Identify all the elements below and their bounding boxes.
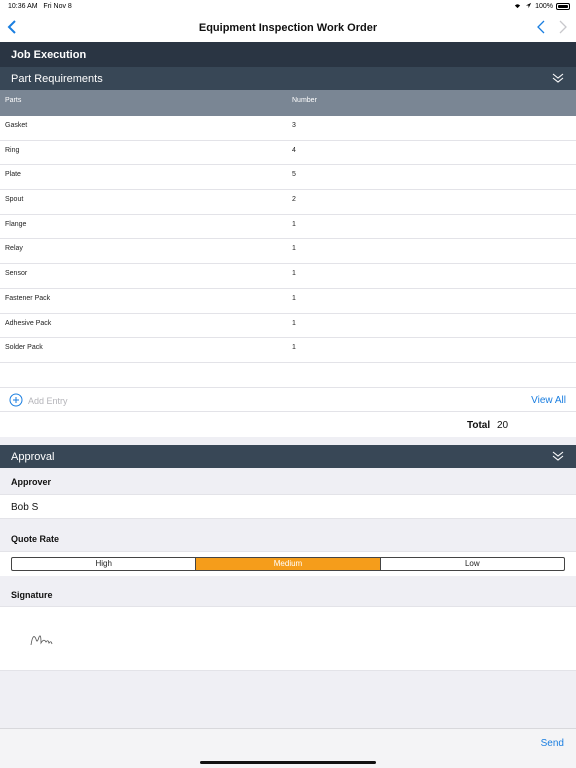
total-row: Total 20: [0, 412, 576, 437]
previous-button[interactable]: [536, 17, 546, 37]
add-circle-icon[interactable]: [9, 393, 23, 407]
total-value: 20: [497, 420, 509, 431]
add-entry-button[interactable]: Add Entry: [28, 396, 68, 406]
location-icon: [525, 2, 532, 11]
column-number: Number: [292, 97, 317, 104]
status-bar: 10:36 AM Fri Nov 8 100%: [0, 0, 576, 14]
chevron-right-icon: [559, 20, 567, 34]
part-name: Spout: [5, 196, 24, 204]
part-name: Plate: [5, 171, 21, 179]
table-row[interactable]: Gasket 3: [0, 116, 576, 141]
part-name: Fastener Pack: [5, 294, 51, 302]
signature-image: [30, 635, 53, 646]
quote-rate-high[interactable]: High: [12, 558, 195, 570]
wifi-icon: [513, 2, 522, 11]
home-indicator: [200, 761, 376, 764]
approver-label: Approver: [0, 469, 576, 494]
part-name: Solder Pack: [5, 344, 43, 352]
part-name: Sensor: [5, 270, 28, 278]
part-number: 1: [292, 294, 296, 302]
part-name: Ring: [5, 146, 20, 154]
part-name: Relay: [5, 245, 23, 253]
table-row[interactable]: Fastener Pack 1: [0, 289, 576, 314]
add-entry-row: Add Entry View All: [0, 387, 576, 412]
approval-header[interactable]: Approval: [0, 445, 576, 468]
total-label: Total: [467, 420, 491, 431]
part-number: 1: [292, 319, 296, 327]
quote-rate-segmented-control: High Medium Low: [11, 557, 565, 571]
approver-field[interactable]: Bob S: [0, 494, 576, 519]
next-button[interactable]: [558, 17, 568, 37]
table-row[interactable]: Plate 5: [0, 165, 576, 191]
quote-rate-label: Quote Rate: [0, 526, 576, 551]
record-navigation: [536, 17, 568, 37]
table-row[interactable]: Flange 1: [0, 215, 576, 240]
part-name: Adhesive Pack: [5, 319, 52, 327]
send-button[interactable]: Send: [541, 738, 564, 749]
table-row[interactable]: Solder Pack 1: [0, 338, 576, 363]
quote-rate-row: High Medium Low: [0, 551, 576, 576]
table-row[interactable]: Sensor 1: [0, 264, 576, 289]
collapse-icon[interactable]: [552, 72, 564, 84]
part-number: 3: [292, 122, 296, 129]
part-number: 1: [292, 220, 296, 228]
part-number: 5: [292, 171, 296, 179]
status-time-date: 10:36 AM Fri Nov 8: [8, 3, 72, 10]
table-row[interactable]: Spout 2: [0, 190, 576, 215]
part-number: 1: [292, 245, 296, 253]
collapse-icon[interactable]: [552, 450, 564, 462]
part-name: Gasket: [5, 122, 28, 129]
parts-table: Gasket 3 Ring 4 Plate 5 Spout 2 Flange 1 Rela…: [0, 116, 576, 388]
part-number: 2: [292, 196, 296, 204]
signature-label: Signature: [0, 582, 576, 607]
part-number: 1: [292, 270, 296, 278]
view-all-link[interactable]: View All: [531, 395, 566, 406]
nav-bar: Equipment Inspection Work Order: [0, 14, 576, 42]
chevron-left-icon: [537, 20, 545, 34]
column-parts: Parts: [5, 97, 22, 104]
job-execution-header: Job Execution: [0, 42, 576, 67]
empty-row: [0, 363, 576, 388]
quote-rate-medium[interactable]: Medium: [195, 558, 380, 570]
part-requirements-header[interactable]: Part Requirements: [0, 67, 576, 90]
part-name: Flange: [5, 220, 27, 228]
page-title: Equipment Inspection Work Order: [198, 22, 378, 34]
table-row[interactable]: Adhesive Pack 1: [0, 314, 576, 339]
table-row[interactable]: Relay 1: [0, 239, 576, 265]
bottom-toolbar: Send: [0, 728, 576, 768]
quote-rate-low[interactable]: Low: [379, 558, 564, 570]
battery-percent: 100%: [535, 3, 553, 10]
part-requirements-title: Part Requirements: [11, 73, 103, 85]
signature-pad[interactable]: [0, 606, 576, 671]
approval-title: Approval: [11, 451, 55, 463]
table-row[interactable]: Ring 4: [0, 141, 576, 166]
part-number: 1: [292, 344, 296, 352]
battery-icon: [556, 3, 570, 10]
status-right: 100%: [513, 2, 570, 11]
part-number: 4: [292, 146, 296, 154]
parts-table-header: Parts Number: [0, 90, 576, 116]
